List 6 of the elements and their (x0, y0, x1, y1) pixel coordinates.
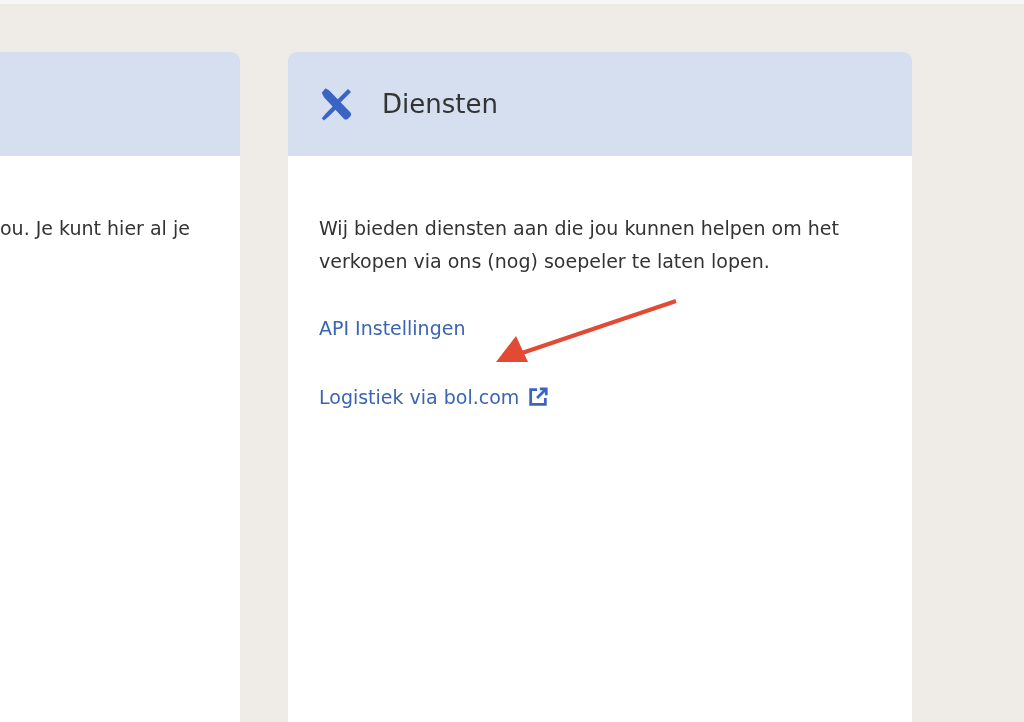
body-text: ou. Je kunt hier al je (0, 216, 191, 241)
description-text: Wij bieden diensten aan die jou kunnen helpen om het verkopen via ons (nog) soepeler te laten lopen. (319, 216, 840, 274)
link[interactable]: API Instellingen (319, 314, 466, 343)
link[interactable]: Logistiek via bol.com (319, 382, 550, 411)
card-title: Diensten (382, 87, 498, 121)
external-link-icon (527, 385, 550, 408)
